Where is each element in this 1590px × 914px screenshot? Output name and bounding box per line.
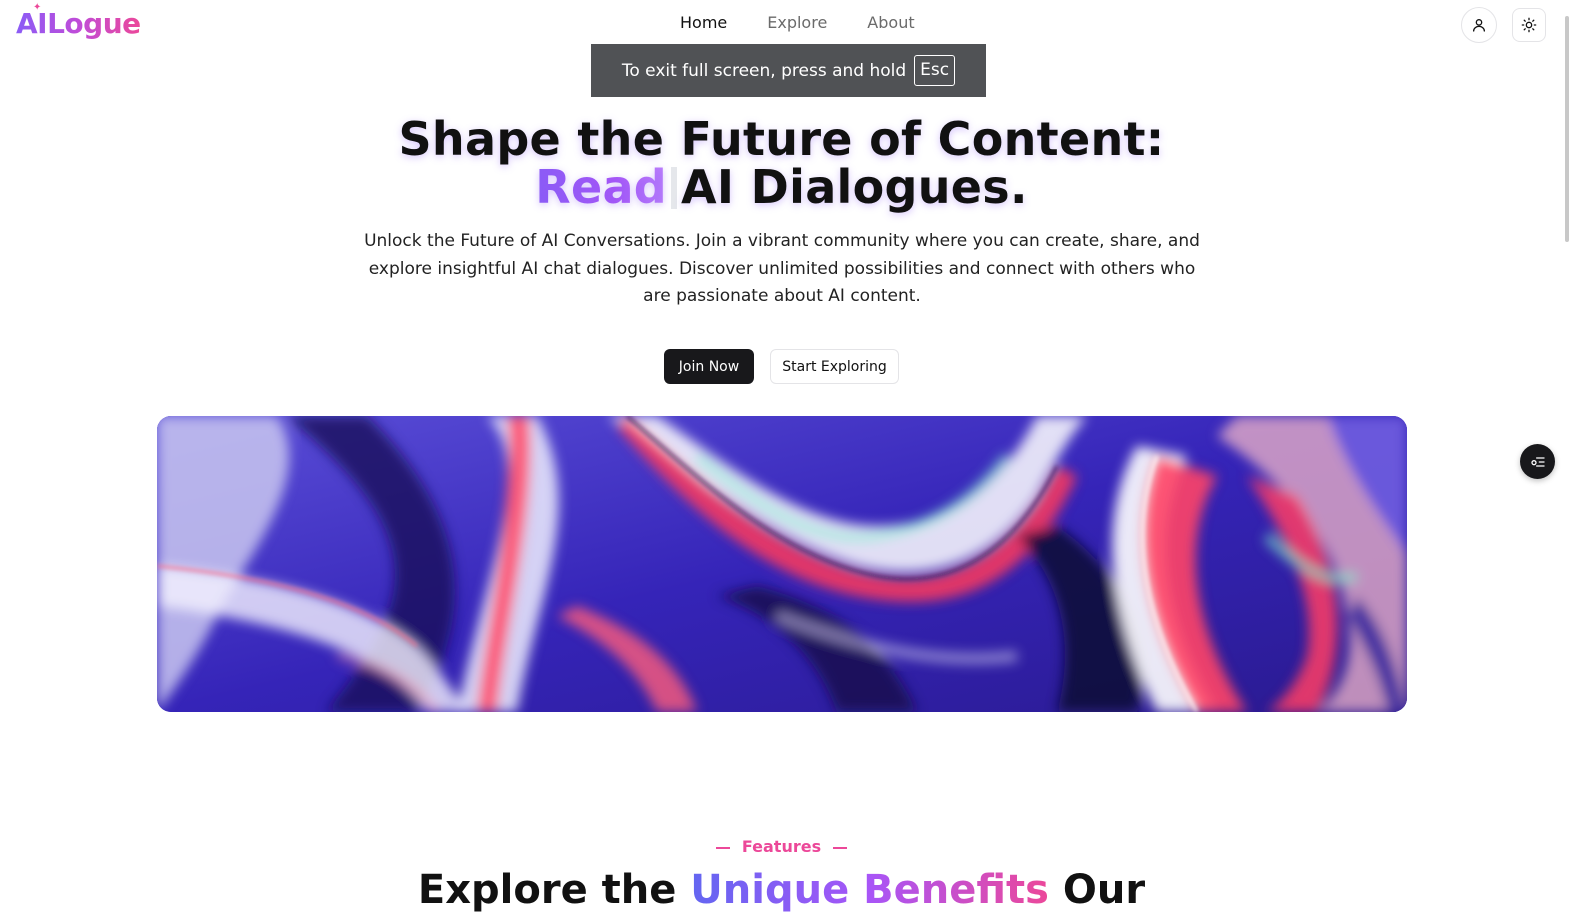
nav-explore[interactable]: Explore: [767, 13, 827, 32]
join-now-button[interactable]: Join Now: [664, 349, 754, 384]
floating-menu-button[interactable]: [1520, 444, 1555, 479]
dash-left: [715, 846, 730, 849]
hero-title-line2: Read AI Dialogues.: [0, 163, 1563, 211]
list-settings-icon: [1530, 456, 1545, 467]
esc-key-badge: Esc: [914, 55, 956, 86]
hero-title-line1: Shape the Future of Content:: [398, 112, 1165, 166]
hero-title: Shape the Future of Content: Read AI Dial…: [0, 115, 1563, 211]
user-icon: [1473, 19, 1485, 32]
features-title-start: Explore the: [417, 867, 677, 913]
scrollbar-thumb[interactable]: [1565, 16, 1569, 242]
features-section-tag: Features: [0, 837, 1563, 856]
nav-home[interactable]: Home: [680, 13, 727, 32]
hero-subtitle: Unlock the Future of AI Conversations. J…: [364, 231, 1200, 306]
features-title: Explore the Unique Benefits Our: [0, 866, 1563, 914]
abstract-fluid-art: [157, 416, 1407, 712]
features-tag-label: Features: [741, 837, 822, 856]
typing-caret: [671, 167, 678, 209]
theme-toggle-button[interactable]: [1512, 8, 1546, 42]
nav-about[interactable]: About: [867, 13, 914, 32]
features-title-highlight: Unique Benefits: [690, 867, 1049, 913]
hero-title-rest: AI Dialogues.: [681, 160, 1028, 214]
user-account-button[interactable]: [1461, 7, 1497, 43]
sun-icon: [1521, 17, 1537, 33]
hero-typed-word: Read: [535, 160, 668, 214]
dash-right: [833, 846, 848, 849]
hero-banner-image: [157, 416, 1407, 712]
fullscreen-notice-text: To exit full screen, press and hold: [621, 60, 907, 81]
start-exploring-button[interactable]: Start Exploring: [770, 349, 899, 384]
features-title-end: Our: [1062, 867, 1146, 913]
fullscreen-exit-notice: To exit full screen, press and hold Esc: [591, 44, 986, 97]
main-nav: Home Explore About: [680, 13, 915, 32]
sparkle-icon: ✦: [33, 2, 42, 13]
